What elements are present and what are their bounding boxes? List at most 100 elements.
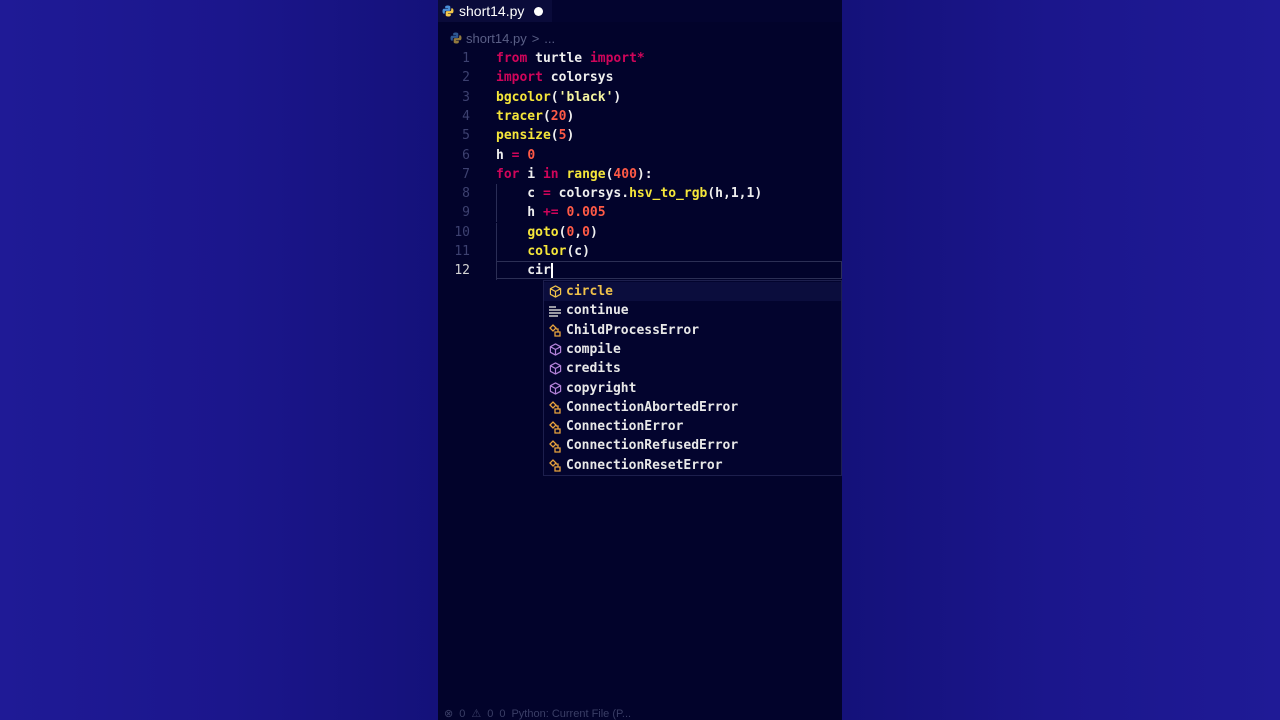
code-token: 'black' [558, 89, 614, 105]
suggestion-item[interactable]: compile [544, 340, 841, 359]
code-line[interactable]: 3 bgcolor('black') [438, 88, 842, 107]
suggestion-label: ConnectionRefusedError [566, 438, 739, 454]
code-text: tracer(20) [496, 107, 574, 126]
code-token: ) [566, 128, 575, 144]
suggestion-label: ConnectionError [566, 419, 684, 435]
code-token: 0.005 [566, 205, 606, 221]
suggestion-item[interactable]: ConnectionError [544, 417, 841, 436]
code-line[interactable]: 4 tracer(20) [438, 107, 842, 126]
code-line[interactable]: 9 h += 0.005 [438, 203, 842, 223]
suggestion-label: ConnectionResetError [566, 457, 723, 473]
code-text: h += 0.005 [496, 203, 606, 222]
class-icon [547, 322, 563, 338]
line-number: 3 [462, 89, 470, 105]
suggestion-label: ChildProcessError [566, 322, 700, 338]
code-token: in [542, 166, 559, 182]
code-token: from [496, 51, 528, 66]
code-text: bgcolor('black') [496, 88, 621, 107]
keyword-icon [547, 303, 563, 319]
code-token: 0 [582, 224, 590, 240]
code-token: import* [589, 51, 645, 66]
code-token: 0 [527, 147, 536, 163]
line-number: 10 [454, 224, 470, 240]
code-text: color(c) [496, 242, 590, 261]
code-token: , [574, 224, 583, 240]
code-line[interactable]: 2 import colorsys [438, 68, 842, 87]
code-token: import [496, 70, 543, 86]
unsaved-indicator[interactable] [534, 6, 544, 16]
editor-tab[interactable]: short14.py [438, 0, 552, 22]
code-token: colorsys. [550, 186, 630, 202]
run-config[interactable]: Python: Current File (P... [511, 708, 631, 720]
suggestion-item[interactable]: continue [544, 301, 841, 320]
code-line[interactable]: 10 goto(0,0) [438, 222, 842, 242]
code-token: c [496, 186, 543, 202]
error-icon[interactable]: ⊗ [444, 708, 453, 720]
code-line[interactable]: 7 for i in range(400): [438, 165, 842, 184]
code-token: h [496, 205, 543, 221]
problems-count[interactable]: 0 [499, 708, 505, 720]
code-text: for i in range(400): [496, 165, 653, 184]
suggestion-item[interactable]: ChildProcessError [544, 321, 841, 340]
code-text: goto(0,0) [496, 223, 597, 242]
code-token: ) [613, 89, 622, 105]
code-token: i [519, 166, 543, 182]
autocomplete-popup[interactable]: circle continue ChildProcessError compile cr… [543, 280, 842, 476]
suggestion-label: copyright [566, 380, 637, 396]
code-editor[interactable]: short14.py short14.py > ... 1 from turtle… [438, 0, 842, 720]
code-text: from turtle import* [496, 49, 645, 68]
cube-icon [547, 284, 563, 300]
suggestion-label: credits [566, 361, 621, 377]
code-text: pensize(5) [496, 126, 574, 145]
suggestion-item[interactable]: ConnectionAbortedError [544, 398, 841, 417]
code-token: (h,1,1) [707, 186, 763, 202]
breadcrumb: short14.py > ... [450, 29, 555, 47]
code-token: colorsys [542, 70, 614, 86]
code-token: hsv_to_rgb [629, 186, 708, 202]
class-icon [547, 438, 563, 454]
line-number: 8 [462, 186, 470, 202]
code-token: 400 [613, 166, 637, 182]
suggestion-item[interactable]: copyright [544, 379, 841, 398]
tab-filename: short14.py [459, 3, 525, 19]
code-token: ( [550, 128, 559, 144]
breadcrumb-file[interactable]: short14.py [466, 31, 527, 46]
line-number: 2 [462, 70, 470, 86]
cube-icon [547, 361, 563, 377]
warning-icon[interactable]: ⚠ [471, 708, 481, 720]
suggestion-item[interactable]: credits [544, 359, 841, 378]
code-text: c = colorsys.hsv_to_rgb(h,1,1) [496, 184, 762, 203]
code-token: (c) [566, 244, 590, 259]
code-token: turtle [527, 51, 590, 66]
line-number: 4 [462, 108, 470, 124]
line-number: 9 [462, 205, 470, 221]
code-token: color [527, 244, 567, 259]
code-token: += [542, 205, 559, 221]
code-line[interactable]: 1 from turtle import* [438, 49, 842, 68]
breadcrumb-symbol[interactable]: ... [544, 31, 555, 46]
code-line[interactable]: 6 h = 0 [438, 146, 842, 165]
line-number: 5 [462, 128, 470, 144]
line-number: 7 [462, 166, 470, 182]
code-token: pensize [496, 128, 551, 144]
suggestion-item[interactable]: circle [544, 282, 841, 301]
code-token: h [496, 147, 512, 163]
suggestion-item[interactable]: ConnectionResetError [544, 456, 841, 475]
python-file-icon [442, 5, 454, 17]
error-count[interactable]: 0 [459, 708, 465, 720]
code-line[interactable]: 5 pensize(5) [438, 126, 842, 145]
warning-count[interactable]: 0 [487, 708, 493, 720]
code-text: import colorsys [496, 68, 613, 87]
class-icon [547, 419, 563, 435]
cube-icon [547, 380, 563, 396]
code-token: = [542, 186, 551, 202]
line-number: 1 [462, 51, 470, 66]
code-text: h = 0 [496, 146, 535, 165]
suggestion-item[interactable]: ConnectionRefusedError [544, 436, 841, 455]
code-token: ): [636, 166, 653, 182]
code-token: ( [542, 108, 551, 124]
code-line[interactable]: 11 color(c) [438, 242, 842, 261]
code-line[interactable]: 8 c = colorsys.hsv_to_rgb(h,1,1) [438, 184, 842, 204]
